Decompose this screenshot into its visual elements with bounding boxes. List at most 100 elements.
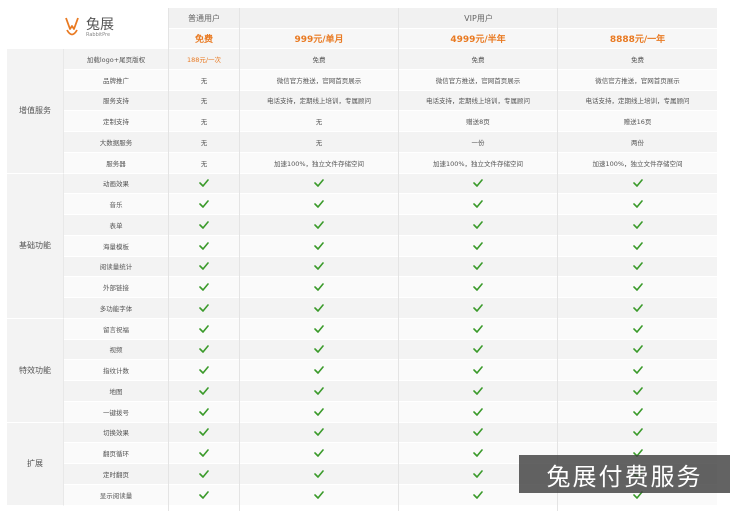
feature-label: 显示阅读量	[99, 491, 133, 500]
value-cell: 微信官方推送，官网首页展示	[276, 76, 362, 85]
check-icon	[169, 340, 239, 360]
check-icon	[399, 381, 557, 401]
check-icon	[169, 423, 239, 443]
check-icon	[399, 194, 557, 214]
check-icon	[399, 340, 557, 360]
check-icon	[399, 215, 557, 235]
price-free: 免费	[169, 29, 239, 48]
value-cell: 无	[200, 97, 208, 106]
check-icon	[169, 298, 239, 318]
check-icon	[169, 464, 239, 484]
check-icon	[169, 402, 239, 422]
check-icon	[240, 423, 398, 443]
feature-label: 一键拨号	[103, 408, 129, 417]
check-icon	[240, 174, 398, 194]
pricing-table: 兔展 RabbitPre 普通用户 VIP用户 免费 999元/单月 4999元…	[7, 8, 717, 511]
check-icon	[240, 340, 398, 360]
header-vip-user: VIP用户	[240, 8, 717, 28]
value-cell: 无	[315, 138, 323, 147]
value-cell: 免费	[471, 55, 485, 64]
check-icon	[240, 257, 398, 277]
check-icon	[240, 277, 398, 297]
value-cell: 无	[200, 118, 208, 127]
check-icon	[399, 423, 557, 443]
group-label: 增值服务	[7, 49, 64, 174]
feature-label: 加载logo+尾页版权	[86, 55, 146, 64]
check-icon	[169, 236, 239, 256]
brand-subtitle: RabbitPre	[86, 31, 111, 38]
check-icon	[399, 236, 557, 256]
feature-label: 服务支持	[103, 97, 129, 106]
feature-label: 动画效果	[103, 180, 129, 189]
check-icon	[169, 257, 239, 277]
price-monthly: 999元/单月	[240, 29, 398, 48]
value-cell: 加速100%，独立文件存储空间	[273, 159, 365, 168]
value-cell: 一份	[471, 138, 485, 147]
watermark-caption: 兔展付费服务	[519, 455, 730, 493]
check-icon	[399, 319, 557, 339]
value-cell: 赠送16页	[623, 118, 652, 127]
check-icon	[399, 174, 557, 194]
group-label: 扩展	[7, 422, 64, 506]
value-cell: 无	[200, 76, 208, 85]
column-divider	[557, 8, 558, 511]
check-icon	[558, 215, 717, 235]
feature-label: 切换效果	[103, 429, 129, 438]
column-divider	[168, 8, 169, 511]
value-cell: 免费	[312, 55, 326, 64]
feature-label: 翻页循环	[103, 450, 129, 459]
check-icon	[169, 215, 239, 235]
feature-label: 定制支持	[103, 118, 129, 127]
price-yearly: 8888元/一年	[558, 29, 717, 48]
value-cell: 无	[200, 159, 208, 168]
check-icon	[169, 485, 239, 505]
check-icon	[169, 194, 239, 214]
check-icon	[399, 298, 557, 318]
check-icon	[399, 277, 557, 297]
check-icon	[240, 464, 398, 484]
check-icon	[558, 319, 717, 339]
value-cell: 微信官方推送，官网首页展示	[595, 76, 680, 85]
column-divider	[239, 8, 240, 511]
check-icon	[558, 236, 717, 256]
check-icon	[169, 319, 239, 339]
value-cell: 赠送8页	[466, 118, 490, 127]
value-cell: 加速100%，独立文件存储空间	[432, 159, 524, 168]
brand-name: 兔展	[86, 16, 114, 33]
brand-logo: 兔展 RabbitPre	[7, 8, 168, 48]
value-cell: 两份	[631, 138, 644, 147]
value-cell: 无	[200, 138, 208, 147]
check-icon	[558, 257, 717, 277]
check-icon	[240, 381, 398, 401]
feature-label: 海量模板	[103, 242, 129, 251]
value-cell: 188元/一次	[186, 55, 222, 64]
check-icon	[240, 485, 398, 505]
feature-label: 多功能字体	[99, 304, 133, 313]
check-icon	[558, 194, 717, 214]
feature-label: 指纹计数	[103, 367, 129, 376]
check-icon	[558, 360, 717, 380]
feature-label: 阅读量统计	[99, 263, 133, 272]
check-icon	[240, 402, 398, 422]
check-icon	[240, 215, 398, 235]
check-icon	[558, 402, 717, 422]
check-icon	[558, 423, 717, 443]
check-icon	[558, 381, 717, 401]
check-icon	[240, 360, 398, 380]
group-label: 基础功能	[7, 173, 64, 319]
check-icon	[169, 443, 239, 463]
check-icon	[240, 319, 398, 339]
feature-label: 大数据服务	[99, 138, 133, 147]
check-icon	[169, 381, 239, 401]
value-cell: 加速100%，独立文件存储空间	[592, 159, 683, 168]
value-cell: 微信官方推送，官网首页展示	[435, 76, 521, 85]
feature-label: 品牌推广	[103, 76, 129, 85]
check-icon	[399, 402, 557, 422]
feature-label: 外部链接	[103, 284, 129, 293]
value-cell: 电话支持，定期线上培训，专属顾问	[426, 97, 530, 106]
value-cell: 免费	[631, 55, 644, 64]
feature-label: 留言祝福	[103, 325, 129, 334]
feature-label: 地图	[109, 387, 123, 396]
group-label: 特效功能	[7, 318, 64, 423]
check-icon	[169, 174, 239, 194]
